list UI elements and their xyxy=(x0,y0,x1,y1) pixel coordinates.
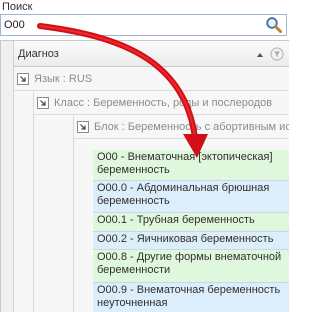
table-row[interactable]: O00.0 - Абдоминальная брюшная беременнос… xyxy=(93,181,289,213)
expand-icon[interactable] xyxy=(17,73,29,85)
expand-icon[interactable] xyxy=(77,121,89,133)
table-row[interactable]: O00.1 - Трубная беременность xyxy=(93,213,289,232)
diagnosis-grid: Диагноз Язык : RUS Класс : Беременность,… xyxy=(0,40,289,312)
search-icon[interactable] xyxy=(265,16,283,34)
group-row-class[interactable]: Класс : Беременность, роды и послеродов xyxy=(34,92,289,115)
group-row-block[interactable]: Блок : Беременность с абортивным ис xyxy=(74,116,289,139)
table-row[interactable]: O00 - Внематочная [эктопическая] беремен… xyxy=(93,150,289,181)
search-input[interactable] xyxy=(4,17,254,33)
expand-icon[interactable] xyxy=(37,97,49,109)
grid-header[interactable]: Диагноз xyxy=(14,41,289,67)
sort-ascending-icon[interactable] xyxy=(257,53,263,57)
group-indent-line xyxy=(33,92,34,312)
column-header-diagnosis[interactable]: Диагноз xyxy=(18,48,59,60)
table-row[interactable]: O00.9 - Внематочная беременность неуточн… xyxy=(93,283,289,312)
group-label-block: Блок : Беременность с абортивным ис xyxy=(94,121,289,133)
row-indicator-column xyxy=(1,41,14,312)
group-row-language[interactable]: Язык : RUS xyxy=(14,68,289,91)
group-label-class: Класс : Беременность, роды и послеродов xyxy=(54,97,273,109)
table-row[interactable]: O00.8 - Другие формы внематочной беремен… xyxy=(93,250,289,283)
group-indent-line xyxy=(73,116,74,312)
filter-icon[interactable] xyxy=(270,47,284,61)
search-label: Поиск xyxy=(2,1,33,13)
search-field[interactable] xyxy=(0,14,287,36)
group-label-language: Язык : RUS xyxy=(34,73,93,85)
table-row[interactable]: O00.2 - Яичниковая беременность xyxy=(93,232,289,250)
